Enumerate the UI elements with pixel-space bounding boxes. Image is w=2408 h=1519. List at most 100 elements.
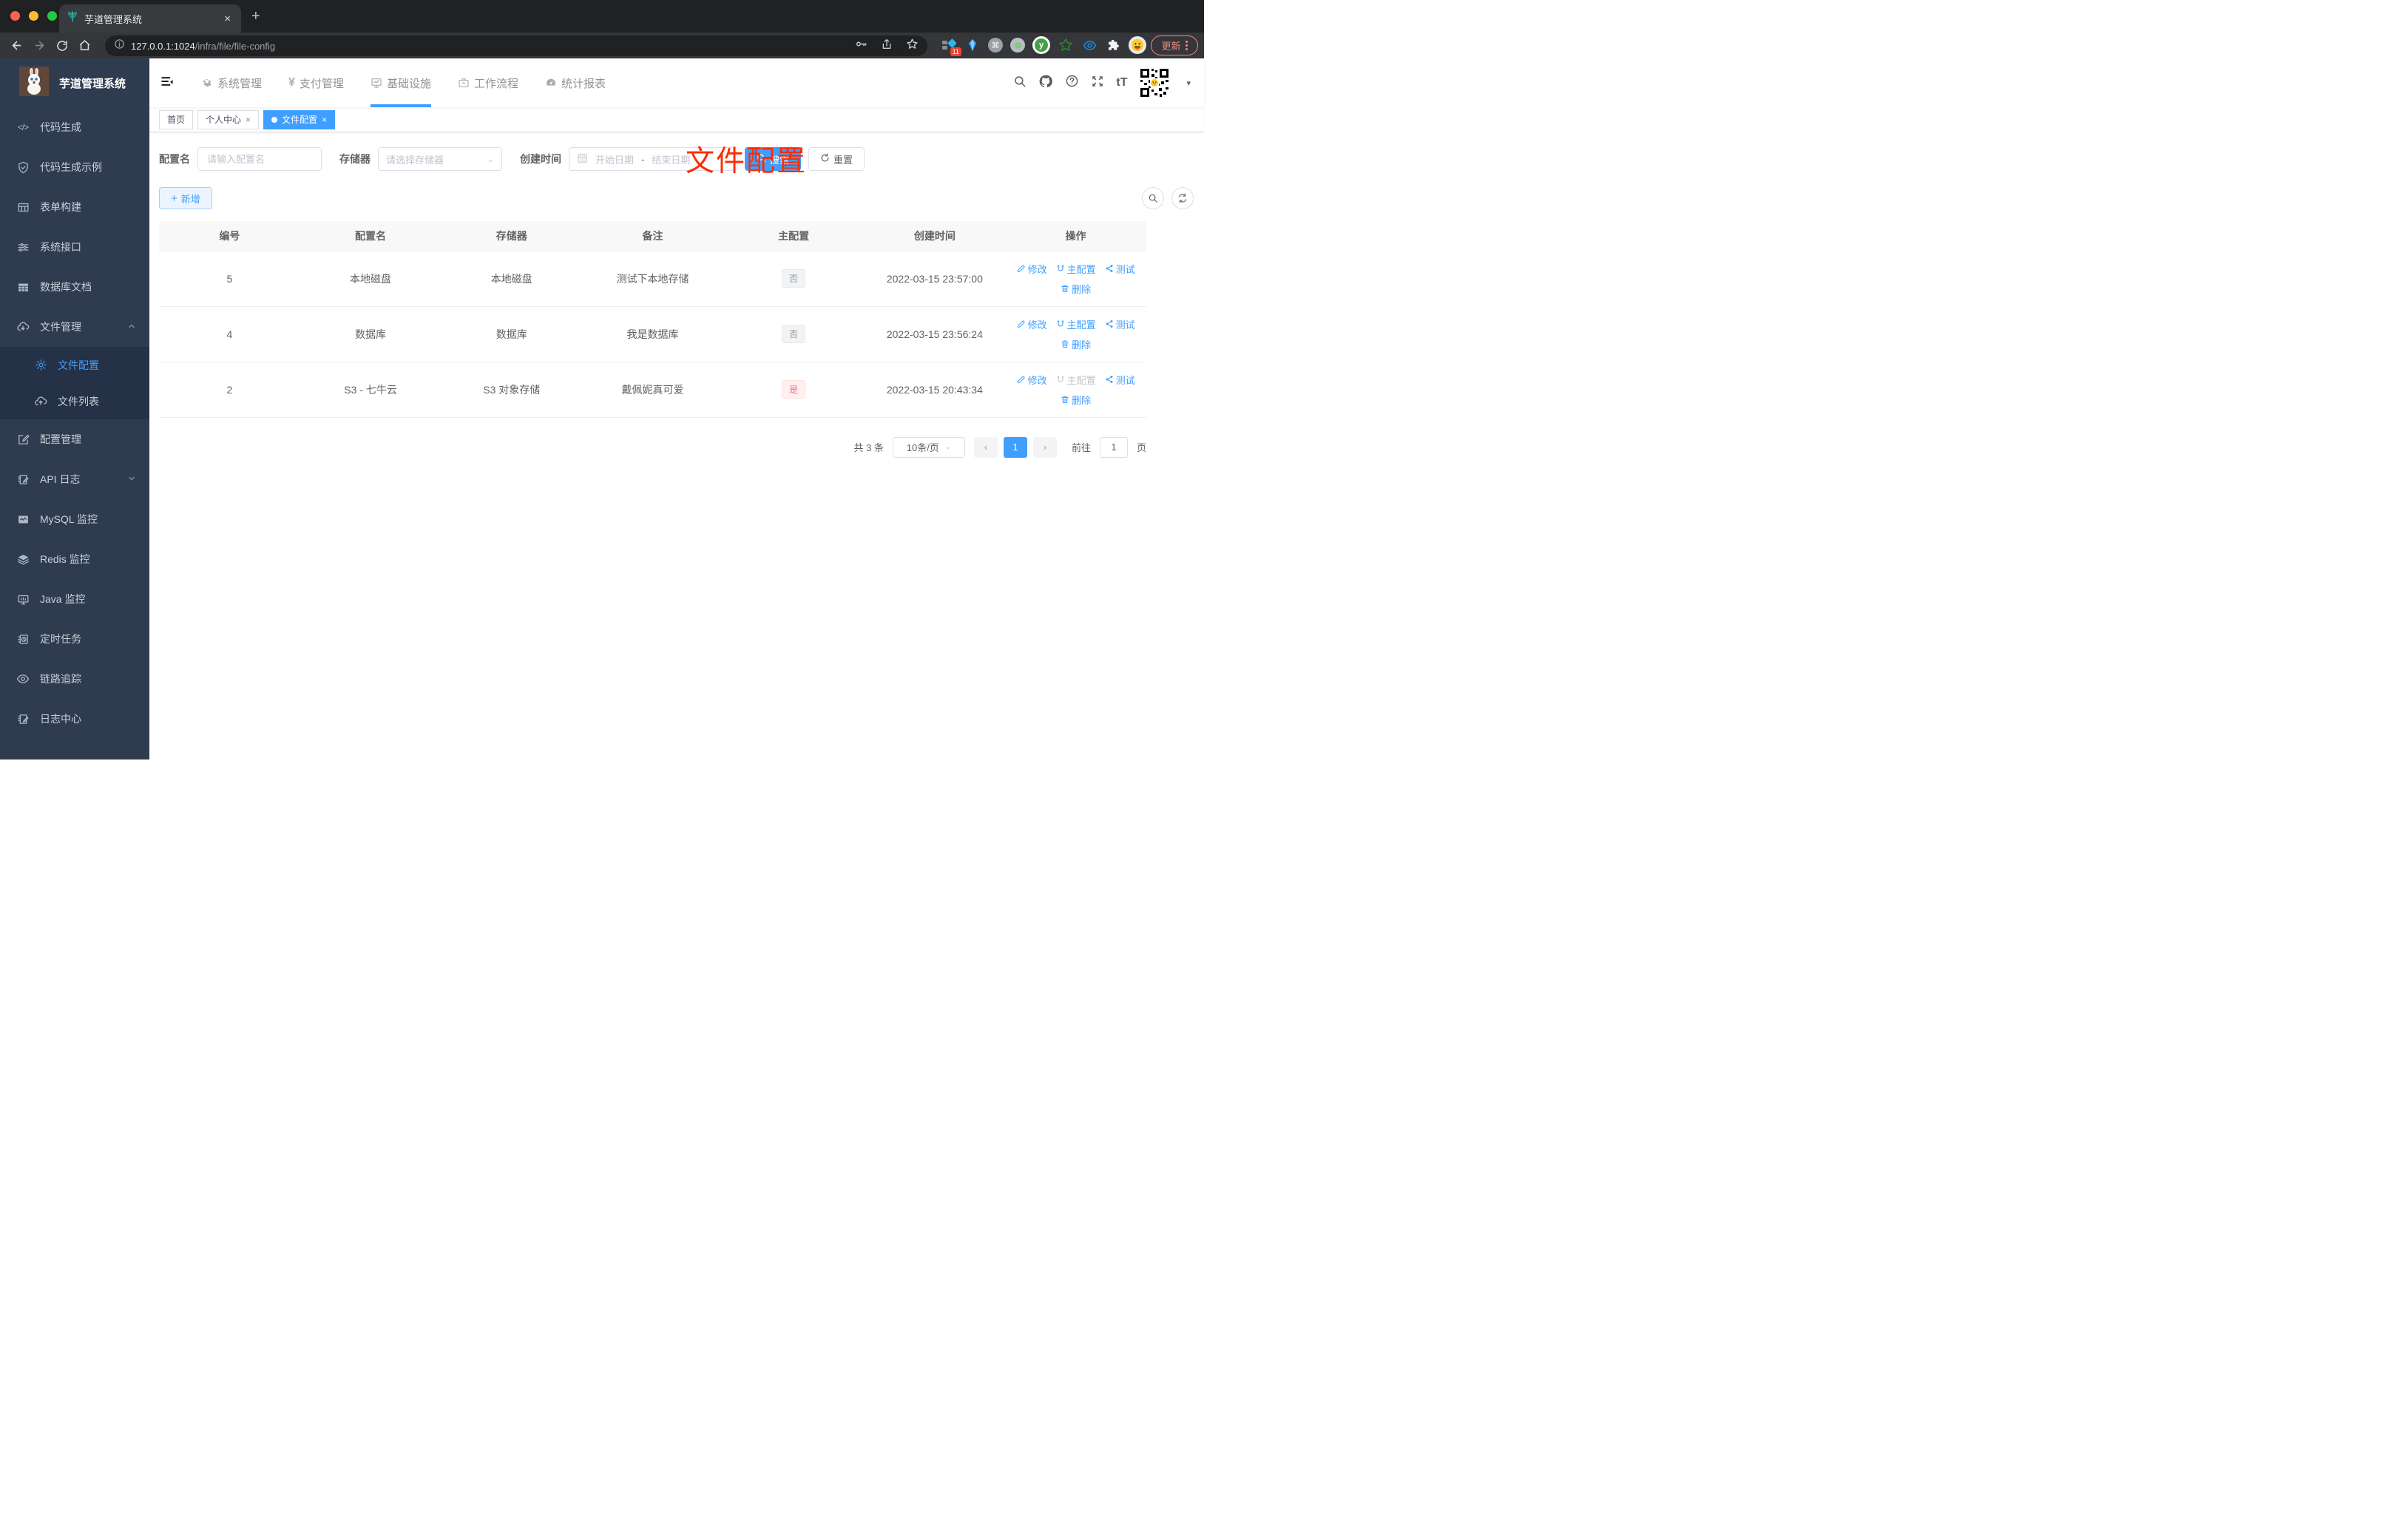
goto-page-input[interactable] bbox=[1099, 436, 1128, 458]
font-size-icon[interactable]: tT bbox=[1116, 76, 1127, 89]
topnav-workflow[interactable]: 工作流程 bbox=[447, 58, 529, 107]
col-remark: 备注 bbox=[582, 221, 723, 251]
search-icon[interactable] bbox=[1013, 75, 1027, 92]
edit-link[interactable]: 修改 bbox=[1017, 317, 1047, 331]
edit-link[interactable]: 修改 bbox=[1017, 373, 1047, 387]
test-link[interactable]: 测试 bbox=[1105, 317, 1135, 331]
sidebar-item-file-management[interactable]: 文件管理 bbox=[0, 307, 149, 347]
sidebar-item-db-doc[interactable]: 数据库文档 bbox=[0, 267, 149, 307]
add-button[interactable]: + 新增 bbox=[159, 187, 212, 209]
forward-icon[interactable] bbox=[33, 39, 46, 52]
page-size-select[interactable]: 10条/页 ⌄ bbox=[892, 436, 965, 458]
next-page-button[interactable]: › bbox=[1032, 436, 1057, 458]
app-title: 芋道管理系统 bbox=[59, 77, 126, 90]
extension-dot-icon[interactable] bbox=[1010, 38, 1025, 53]
storage-label: 存储器 bbox=[339, 153, 371, 165]
bookmark-star-icon[interactable] bbox=[906, 38, 919, 54]
password-key-icon[interactable] bbox=[855, 38, 868, 54]
tab-close-icon[interactable]: × bbox=[221, 13, 234, 25]
reload-icon[interactable] bbox=[56, 40, 68, 52]
sidebar-item-code-demo[interactable]: 代码生成示例 bbox=[0, 147, 149, 187]
github-icon[interactable] bbox=[1038, 74, 1053, 92]
browser-update-button[interactable]: 更新 bbox=[1151, 35, 1198, 55]
edit-link[interactable]: 修改 bbox=[1017, 262, 1047, 276]
sidebar-item-system-api[interactable]: 系统接口 bbox=[0, 227, 149, 267]
primary-link[interactable]: 主配置 bbox=[1056, 262, 1096, 276]
gear-icon bbox=[201, 77, 213, 89]
close-icon[interactable]: × bbox=[246, 115, 251, 125]
cell-name: 本地磁盘 bbox=[300, 251, 442, 307]
extension-command-icon[interactable]: ⌘ bbox=[988, 38, 1003, 53]
topnav-infrastructure[interactable]: 基础设施 bbox=[360, 58, 442, 107]
new-tab-button[interactable]: + bbox=[251, 9, 260, 24]
active-dot-icon bbox=[271, 116, 278, 123]
home-icon[interactable] bbox=[78, 39, 91, 52]
help-icon[interactable] bbox=[1065, 74, 1079, 92]
sidebar-item-scheduled-tasks[interactable]: 定时任务 bbox=[0, 619, 149, 659]
prev-page-button[interactable]: ‹ bbox=[973, 436, 998, 458]
table-refresh-button[interactable] bbox=[1171, 187, 1194, 209]
sidebar-item-java-monitor[interactable]: Java 监控 bbox=[0, 579, 149, 619]
tag-home[interactable]: 首页 bbox=[159, 109, 194, 129]
url-host: 127.0.0.1:1024 bbox=[131, 40, 195, 52]
tag-profile[interactable]: 个人中心 × bbox=[197, 109, 260, 129]
site-info-icon[interactable] bbox=[114, 38, 125, 53]
extension-badge: 11 bbox=[950, 47, 961, 56]
page-suffix: 页 bbox=[1136, 442, 1146, 453]
delete-link[interactable]: 删除 bbox=[1061, 337, 1091, 351]
sidebar-item-mysql-monitor[interactable]: MySQL 监控 bbox=[0, 499, 149, 539]
avatar-dropdown-caret-icon[interactable]: ▾ bbox=[1186, 78, 1191, 88]
log-edit-icon bbox=[16, 473, 30, 486]
delete-link[interactable]: 删除 bbox=[1061, 393, 1091, 407]
delete-link[interactable]: 删除 bbox=[1061, 282, 1091, 296]
date-separator: - bbox=[641, 153, 645, 165]
sidebar-item-redis-monitor[interactable]: Redis 监控 bbox=[0, 539, 149, 579]
extension-eye-icon[interactable] bbox=[1081, 37, 1098, 53]
tag-file-config[interactable]: 文件配置 × bbox=[263, 109, 336, 129]
sidebar-item-code-gen[interactable]: </> 代码生成 bbox=[0, 107, 149, 147]
yen-icon: ¥ bbox=[288, 76, 295, 89]
page-1-button[interactable]: 1 bbox=[1003, 436, 1027, 458]
extensions-puzzle-icon[interactable] bbox=[1105, 37, 1121, 53]
storage-select[interactable]: 请选择存储器 ⌄ bbox=[378, 147, 502, 171]
sidebar-item-file-list[interactable]: 文件列表 bbox=[0, 383, 149, 419]
browser-tab-strip: 芋道管理系统 × + bbox=[0, 0, 1204, 33]
topnav-reports[interactable]: 统计报表 bbox=[535, 58, 616, 107]
extension-tabs-icon[interactable]: 11 bbox=[941, 37, 961, 56]
extension-star-icon[interactable] bbox=[1058, 37, 1074, 53]
zoom-window-button[interactable] bbox=[47, 11, 57, 21]
avatar-qr-code[interactable] bbox=[1139, 67, 1171, 98]
cell-id: 2 bbox=[159, 362, 300, 418]
sidebar-item-api-log[interactable]: API 日志 bbox=[0, 459, 149, 499]
sidebar-item-tracing[interactable]: 链路追踪 bbox=[0, 659, 149, 699]
sidebar-item-config-management[interactable]: 配置管理 bbox=[0, 419, 149, 459]
sidebar-item-form-builder[interactable]: 表单构建 bbox=[0, 187, 149, 227]
shield-check-icon bbox=[16, 160, 30, 174]
sidebar-item-file-config[interactable]: 文件配置 bbox=[0, 347, 149, 383]
browser-menu-icon[interactable] bbox=[1185, 41, 1188, 50]
sidebar-item-log-center[interactable]: 日志中心 bbox=[0, 699, 149, 739]
browser-tab[interactable]: 芋道管理系统 × bbox=[59, 4, 241, 33]
minimize-window-button[interactable] bbox=[29, 11, 38, 21]
extension-gem-icon[interactable] bbox=[964, 37, 981, 53]
close-window-button[interactable] bbox=[10, 11, 20, 21]
topnav-system[interactable]: 系统管理 bbox=[191, 58, 272, 107]
table-search-toggle-button[interactable] bbox=[1142, 187, 1164, 209]
config-name-input[interactable] bbox=[197, 147, 322, 171]
sidebar-collapse-icon[interactable] bbox=[160, 74, 175, 92]
refresh-icon bbox=[820, 153, 830, 165]
close-icon[interactable]: × bbox=[322, 115, 327, 125]
back-icon[interactable] bbox=[10, 39, 23, 52]
test-link[interactable]: 测试 bbox=[1105, 373, 1135, 387]
address-bar[interactable]: 127.0.0.1:1024/infra/file/file-config bbox=[105, 35, 927, 56]
fullscreen-icon[interactable] bbox=[1091, 75, 1104, 92]
primary-link[interactable]: 主配置 bbox=[1056, 317, 1096, 331]
reset-button[interactable]: 重置 bbox=[808, 147, 865, 171]
extension-emoji-icon[interactable] bbox=[1129, 36, 1146, 54]
test-link[interactable]: 测试 bbox=[1105, 262, 1135, 276]
cloud-download-icon bbox=[16, 320, 30, 334]
share-icon[interactable] bbox=[881, 38, 893, 54]
extension-y-icon[interactable]: y bbox=[1032, 36, 1050, 54]
topnav-payment[interactable]: ¥ 支付管理 bbox=[278, 58, 354, 107]
app-logo[interactable]: 芋道管理系统 bbox=[0, 58, 149, 107]
